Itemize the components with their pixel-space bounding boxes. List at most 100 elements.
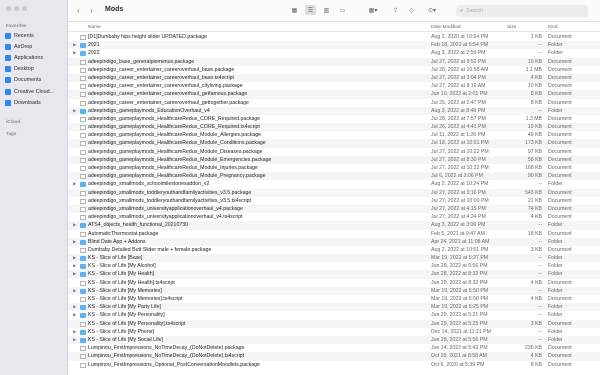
table-row[interactable]: adeepindigo_smallmods_universityapplicat… xyxy=(68,213,600,221)
sidebar-item-label: Recents xyxy=(14,32,34,39)
table-row[interactable]: KS - Slice of Life [My Health].ts4script… xyxy=(68,279,600,287)
close-window-button[interactable] xyxy=(6,6,11,11)
disclosure-triangle-icon[interactable]: ▶ xyxy=(73,238,76,246)
table-row[interactable]: ▶ ATS4_objects_health_functional_20210730… xyxy=(68,221,600,230)
disclosure-triangle-icon[interactable]: ▶ xyxy=(73,270,76,278)
table-row[interactable]: adeepindigo_smallmods_toddleryouthandfam… xyxy=(68,188,600,197)
zoom-window-button[interactable] xyxy=(22,6,27,11)
list-view-icon[interactable]: ☰ xyxy=(305,5,316,15)
file-name: KS - Slice of Life [My Health] xyxy=(88,271,155,278)
file-size: 58 KB xyxy=(527,156,542,163)
table-row[interactable]: AutomaticThermostat.package Feb 5, 2021 a… xyxy=(68,230,600,238)
file-date: Dec 14, 2021 at 11:21 PM xyxy=(431,328,491,335)
column-view-icon[interactable]: ▥ xyxy=(321,5,332,15)
disclosure-triangle-icon[interactable]: ▶ xyxy=(73,180,76,188)
table-row[interactable]: adeepindigo_gameplaymods_HealthcareRedux… xyxy=(68,139,600,148)
sidebar-item-documents[interactable]: Documents xyxy=(5,75,65,84)
icon-view-icon[interactable]: ▦ xyxy=(289,5,300,15)
table-row[interactable]: adeepindigo_gameplaymods_HealthcareRedux… xyxy=(68,123,600,132)
table-row[interactable]: adeepindigo_career_entertainer_careerove… xyxy=(68,90,600,99)
share-icon[interactable]: ⇪ xyxy=(390,5,401,15)
table-row[interactable]: adeepindigo_career_entertainer_careerove… xyxy=(68,73,600,83)
table-row[interactable]: ▶ KS - Slice of Life [My Personality] Jun … xyxy=(68,311,600,319)
table-row[interactable]: adeepindigo_smallmods_toddleryouthandfam… xyxy=(68,197,600,205)
file-name: adeepindigo_career_entertainer_careerove… xyxy=(88,91,248,98)
table-row[interactable]: adeepindigo_gameplaymods_HealthcareRedux… xyxy=(68,131,600,139)
file-kind: Document xyxy=(548,115,572,122)
table-row[interactable]: ▶ KS - Slice of Life [My Health] Jun 28, 2… xyxy=(68,270,600,279)
sidebar-item-label: AirDrop xyxy=(14,43,33,50)
file-size: 18 KB xyxy=(527,230,542,237)
group-icon[interactable]: ▦▾ xyxy=(365,5,381,15)
column-name[interactable]: Name xyxy=(88,25,101,30)
disclosure-triangle-icon[interactable]: ▶ xyxy=(73,41,76,49)
table-row[interactable]: adeepindigo_smallmods_universityapplicat… xyxy=(68,204,600,214)
disclosure-triangle-icon[interactable]: ▶ xyxy=(73,328,76,336)
folder-icon xyxy=(80,264,86,270)
table-row[interactable]: adeepindigo_gameplaymods_HealthcareRedux… xyxy=(68,155,600,164)
table-row[interactable]: ▶ KS - Slice of Life [My Phone] Dec 14, 20… xyxy=(68,328,600,336)
table-row[interactable]: adeepindigo_gameplaymods_HealthcareRedux… xyxy=(68,148,600,156)
sidebar-item-desktop[interactable]: Desktop xyxy=(5,64,65,73)
table-row[interactable]: adeepindigo_gameplaymods_HealthcareRedux… xyxy=(68,164,600,172)
disclosure-triangle-icon[interactable]: ▶ xyxy=(73,336,76,344)
column-date-modified[interactable]: Date Modified xyxy=(431,25,461,30)
disclosure-triangle-icon[interactable]: ▶ xyxy=(73,303,76,311)
applications-icon xyxy=(5,54,11,61)
table-row[interactable]: adeepindigo_career_entertainer_careerove… xyxy=(68,66,600,74)
sidebar-item-airdrop[interactable]: AirDrop xyxy=(5,42,65,51)
table-row[interactable]: adeepindigo_career_entertainer_careerove… xyxy=(68,82,600,90)
disclosure-triangle-icon[interactable]: ▶ xyxy=(73,262,76,270)
table-row[interactable]: adeepindigo_gameplaymods_HealthcareRedux… xyxy=(68,172,600,181)
more-actions-icon[interactable]: ⊙▾ xyxy=(424,5,440,15)
table-row[interactable]: Dumbaby Detailed Butt Slider male + fema… xyxy=(68,246,600,254)
document-icon xyxy=(80,166,86,171)
disclosure-triangle-icon[interactable]: ▶ xyxy=(73,254,76,262)
disclosure-triangle-icon[interactable]: ▶ xyxy=(73,287,76,295)
tag-icon[interactable]: ◇ xyxy=(406,5,417,15)
file-kind: Document xyxy=(548,165,572,171)
file-date: Jul 26, 2022 at 4:41 PM xyxy=(431,124,486,131)
table-row[interactable]: Lumpinou_FirstImpressions_NoTimeDecay_(D… xyxy=(68,344,600,352)
table-row[interactable]: ▶ adeepindigo_gameplaymods_EducationOverh… xyxy=(68,106,600,115)
table-row[interactable]: ▶ KS - Slice of Life [My Memories] Mar 19,… xyxy=(68,286,600,295)
minimize-window-button[interactable] xyxy=(14,6,19,11)
table-row[interactable]: ▶ adeepindigo_smallmods_schoolmilestonesa… xyxy=(68,180,600,188)
back-icon[interactable]: ‹ xyxy=(77,6,80,15)
table-row[interactable]: Lumpinou_FirstImpressions_NoTimeDecay_(D… xyxy=(68,352,600,361)
disclosure-triangle-icon[interactable]: ▶ xyxy=(73,49,76,57)
sidebar-item-recents[interactable]: Recents xyxy=(5,31,65,40)
column-kind[interactable]: Kind xyxy=(548,25,558,30)
table-row[interactable]: adeepindigo_base_generalpiemenus.package… xyxy=(68,57,600,66)
table-row[interactable]: adeepindigo_gameplaymods_HealthcareRedux… xyxy=(68,115,600,123)
table-row[interactable]: ▶ 2022 Aug 3, 2022 at 2:59 PM -- Folder xyxy=(68,49,600,57)
file-name: KS - Slice of Life [My Social Life] xyxy=(88,336,163,343)
search-input[interactable] xyxy=(466,8,577,14)
column-size[interactable]: Size xyxy=(507,25,516,30)
table-row[interactable]: ▶ 2021 Feb 18, 2022 at 5:54 PM -- Folder xyxy=(68,41,600,50)
table-row[interactable]: Lumpinou_FirstImpressions_Optional_PostC… xyxy=(68,361,600,369)
table-row[interactable]: ▶ KS - Slice of Life [My Party Life] Mar 1… xyxy=(68,303,600,312)
disclosure-triangle-icon[interactable]: ▶ xyxy=(73,311,76,319)
table-row[interactable]: KS - Slice of Life [My Memories].ts4scri… xyxy=(68,295,600,303)
document-icon xyxy=(80,215,86,221)
table-row[interactable]: adeepindigo_career_entertainer_careerove… xyxy=(68,99,600,107)
disclosure-triangle-icon[interactable]: ▶ xyxy=(73,221,76,229)
sidebar-item-creative-cloud[interactable]: Creative Cloud... xyxy=(5,87,65,96)
table-row[interactable]: ▶ Blind Date App + Addons Apr 24, 2021 at … xyxy=(68,237,600,246)
document-icon xyxy=(80,149,86,155)
table-row[interactable]: ▶ KS - Slice of Life [My Alcohol] Jun 28, … xyxy=(68,262,600,270)
table-row[interactable]: [D1]Dumbaby hips height slider UPDATED.p… xyxy=(68,33,600,41)
table-row[interactable]: ▶ KS - Slice of Life [My Social Life] Jun … xyxy=(68,335,600,345)
sidebar-item-label: Documents xyxy=(14,76,42,83)
table-row[interactable]: KS - Slice of Life [My Personality].ts4s… xyxy=(68,319,600,328)
airdrop-icon xyxy=(5,43,11,50)
sidebar-item-applications[interactable]: Applications xyxy=(5,53,65,62)
gallery-view-icon[interactable]: ▭ xyxy=(337,5,348,15)
file-kind: Folder xyxy=(548,255,563,262)
sidebar-item-downloads[interactable]: Downloads xyxy=(5,98,65,107)
disclosure-triangle-icon[interactable]: ▶ xyxy=(73,107,76,115)
search-icon: ⌕ xyxy=(460,7,464,14)
table-row[interactable]: ▶ KS - Slice of Life [Base] Mar 19, 2022 a… xyxy=(68,254,600,263)
forward-icon[interactable]: › xyxy=(90,6,93,15)
